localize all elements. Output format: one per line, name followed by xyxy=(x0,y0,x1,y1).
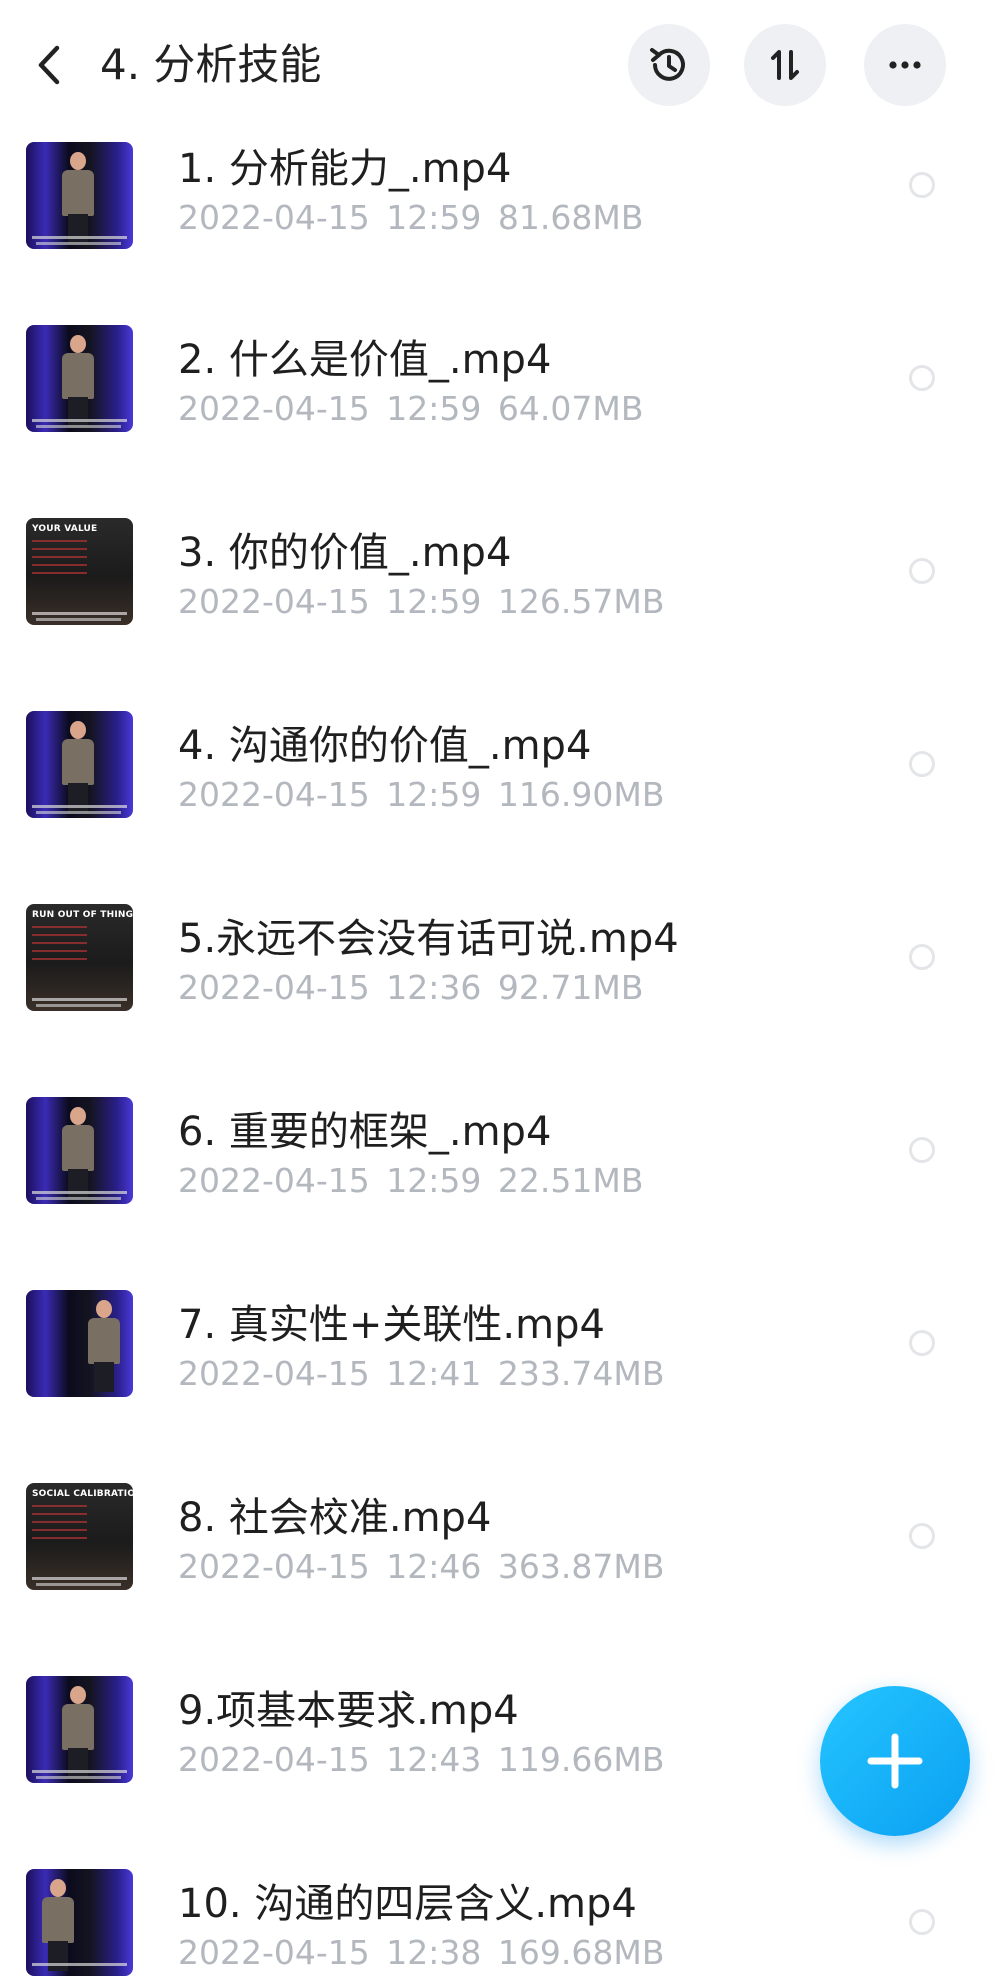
video-thumbnail xyxy=(26,325,133,432)
file-list: 1. 分析能力_.mp4 2022-04-15 12:59 81.68MB 2.… xyxy=(0,0,1000,1979)
file-date: 2022-04-15 xyxy=(178,1740,370,1779)
plus-icon xyxy=(867,1733,923,1789)
thumbnail-caption: RUN OUT OF THINGS TO SAY xyxy=(32,910,133,920)
file-date: 2022-04-15 xyxy=(178,389,370,428)
sort-button[interactable] xyxy=(744,24,826,106)
file-date: 2022-04-15 xyxy=(178,1354,370,1393)
file-date: 2022-04-15 xyxy=(178,968,370,1007)
file-time: 12:59 xyxy=(386,198,482,237)
back-button[interactable] xyxy=(22,30,78,100)
history-button[interactable] xyxy=(628,24,710,106)
video-thumbnail xyxy=(26,1676,133,1783)
video-thumbnail: YOUR VALUE xyxy=(26,518,133,625)
file-time: 12:36 xyxy=(386,968,482,1007)
file-name: 7. 真实性+关联性.mp4 xyxy=(178,1302,605,1348)
page-title: 4. 分析技能 xyxy=(100,40,322,89)
file-size: 22.51MB xyxy=(497,1161,644,1200)
select-radio[interactable] xyxy=(909,1523,935,1549)
list-item[interactable]: 10. 沟通的四层含义.mp4 2022-04-15 12:38 169.68M… xyxy=(0,1857,1000,1979)
more-icon xyxy=(889,61,921,69)
select-radio[interactable] xyxy=(909,365,935,391)
video-thumbnail: SOCIAL CALIBRATION xyxy=(26,1483,133,1590)
file-name: 10. 沟通的四层含义.mp4 xyxy=(178,1881,637,1927)
file-time: 12:41 xyxy=(386,1354,482,1393)
file-name: 3. 你的价值_.mp4 xyxy=(178,530,512,576)
file-size: 92.71MB xyxy=(497,968,644,1007)
video-thumbnail xyxy=(26,711,133,818)
select-radio[interactable] xyxy=(909,1330,935,1356)
file-meta: 2022-04-15 12:59 116.90MB xyxy=(178,775,664,814)
file-name: 9.项基本要求.mp4 xyxy=(178,1688,519,1734)
file-date: 2022-04-15 xyxy=(178,775,370,814)
file-name: 8. 社会校准.mp4 xyxy=(178,1495,492,1541)
list-item[interactable]: 7. 真实性+关联性.mp4 2022-04-15 12:41 233.74MB xyxy=(0,1278,1000,1471)
file-size: 126.57MB xyxy=(497,582,665,621)
file-time: 12:59 xyxy=(386,582,482,621)
file-meta: 2022-04-15 12:59 126.57MB xyxy=(178,582,664,621)
list-item[interactable]: 2. 什么是价值_.mp4 2022-04-15 12:59 64.07MB xyxy=(0,313,1000,506)
file-size: 81.68MB xyxy=(497,198,644,237)
chevron-left-icon xyxy=(38,45,60,85)
file-date: 2022-04-15 xyxy=(178,1547,370,1586)
top-bar: 4. 分析技能 xyxy=(0,0,1000,140)
video-thumbnail xyxy=(26,1290,133,1397)
file-meta: 2022-04-15 12:59 22.51MB xyxy=(178,1161,643,1200)
select-radio[interactable] xyxy=(909,558,935,584)
file-size: 363.87MB xyxy=(497,1547,665,1586)
select-radio[interactable] xyxy=(909,1137,935,1163)
video-thumbnail xyxy=(26,142,133,249)
select-radio[interactable] xyxy=(909,1909,935,1935)
select-radio[interactable] xyxy=(909,172,935,198)
sort-icon xyxy=(771,50,799,80)
file-time: 12:59 xyxy=(386,389,482,428)
file-time: 12:46 xyxy=(386,1547,482,1586)
file-meta: 2022-04-15 12:41 233.74MB xyxy=(178,1354,664,1393)
list-item[interactable]: RUN OUT OF THINGS TO SAY 5.永远不会没有话可说.mp4… xyxy=(0,892,1000,1085)
video-thumbnail xyxy=(26,1097,133,1204)
file-size: 169.68MB xyxy=(497,1933,665,1972)
file-meta: 2022-04-15 12:46 363.87MB xyxy=(178,1547,664,1586)
file-size: 64.07MB xyxy=(497,389,644,428)
file-meta: 2022-04-15 12:59 81.68MB xyxy=(178,198,643,237)
file-date: 2022-04-15 xyxy=(178,198,370,237)
video-thumbnail xyxy=(26,1869,133,1976)
file-name: 6. 重要的框架_.mp4 xyxy=(178,1109,552,1155)
file-name: 1. 分析能力_.mp4 xyxy=(178,146,512,192)
select-radio[interactable] xyxy=(909,944,935,970)
file-size: 119.66MB xyxy=(497,1740,665,1779)
file-meta: 2022-04-15 12:38 169.68MB xyxy=(178,1933,664,1972)
file-date: 2022-04-15 xyxy=(178,1161,370,1200)
select-radio[interactable] xyxy=(909,751,935,777)
thumbnail-caption: YOUR VALUE xyxy=(32,524,98,534)
file-name: 4. 沟通你的价值_.mp4 xyxy=(178,723,592,769)
list-item[interactable]: 4. 沟通你的价值_.mp4 2022-04-15 12:59 116.90MB xyxy=(0,699,1000,892)
file-date: 2022-04-15 xyxy=(178,582,370,621)
list-item[interactable]: YOUR VALUE 3. 你的价值_.mp4 2022-04-15 12:59… xyxy=(0,506,1000,699)
add-button[interactable] xyxy=(820,1686,970,1836)
video-thumbnail: RUN OUT OF THINGS TO SAY xyxy=(26,904,133,1011)
file-name: 5.永远不会没有话可说.mp4 xyxy=(178,916,679,962)
file-meta: 2022-04-15 12:59 64.07MB xyxy=(178,389,643,428)
file-time: 12:59 xyxy=(386,1161,482,1200)
file-time: 12:38 xyxy=(386,1933,482,1972)
file-size: 233.74MB xyxy=(497,1354,665,1393)
thumbnail-caption: SOCIAL CALIBRATION xyxy=(32,1489,133,1499)
file-date: 2022-04-15 xyxy=(178,1933,370,1972)
file-meta: 2022-04-15 12:43 119.66MB xyxy=(178,1740,664,1779)
list-item[interactable]: 1. 分析能力_.mp4 2022-04-15 12:59 81.68MB xyxy=(0,120,1000,313)
file-name: 2. 什么是价值_.mp4 xyxy=(178,337,552,383)
file-time: 12:59 xyxy=(386,775,482,814)
history-icon xyxy=(650,48,685,81)
more-button[interactable] xyxy=(864,24,946,106)
file-time: 12:43 xyxy=(386,1740,482,1779)
file-size: 116.90MB xyxy=(497,775,665,814)
list-item[interactable]: 6. 重要的框架_.mp4 2022-04-15 12:59 22.51MB xyxy=(0,1085,1000,1278)
list-item[interactable]: SOCIAL CALIBRATION 8. 社会校准.mp4 2022-04-1… xyxy=(0,1471,1000,1664)
file-meta: 2022-04-15 12:36 92.71MB xyxy=(178,968,643,1007)
